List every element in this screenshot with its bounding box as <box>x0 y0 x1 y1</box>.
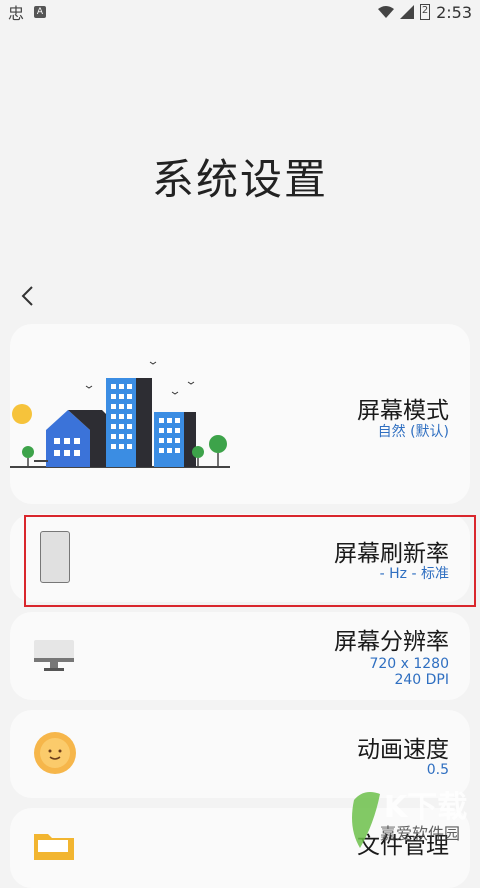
resolution-card[interactable]: 屏幕分辨率 720 x 1280 240 DPI <box>10 612 470 700</box>
folder-icon <box>34 834 74 860</box>
animation-speed-title: 动画速度 <box>357 737 449 763</box>
sun-icon <box>34 732 76 774</box>
screen-mode-value: 自然 (默认) <box>377 424 449 440</box>
watermark-sub: 嘉爱软件园 <box>380 824 461 843</box>
signal-icon <box>400 5 415 19</box>
city-illustration <box>10 361 230 468</box>
page-title: 系统设置 <box>151 155 328 204</box>
screen-mode-title: 屏幕模式 <box>357 398 449 424</box>
selection-highlight <box>24 515 476 607</box>
status-bar: 忠 A 2 2:53 <box>0 0 480 24</box>
clock: 2:53 <box>436 2 472 22</box>
wifi-icon <box>378 6 395 18</box>
a-notification-icon: A <box>34 6 47 18</box>
resolution-value: 720 x 1280 <box>369 656 449 672</box>
battery-icon: 2 <box>420 4 431 20</box>
app-notification-icon: 忠 <box>8 4 25 23</box>
resolution-title: 屏幕分辨率 <box>334 629 449 655</box>
resolution-dpi: 240 DPI <box>394 672 449 688</box>
watermark-logo: K下载 嘉爱软件园 <box>350 780 480 854</box>
monitor-icon <box>34 640 74 671</box>
animation-speed-value: 0.5 <box>426 762 449 778</box>
chevron-left-icon <box>21 286 33 306</box>
screen-mode-card[interactable]: 屏幕模式 自然 (默认) <box>10 324 470 504</box>
back-button[interactable] <box>14 282 42 310</box>
